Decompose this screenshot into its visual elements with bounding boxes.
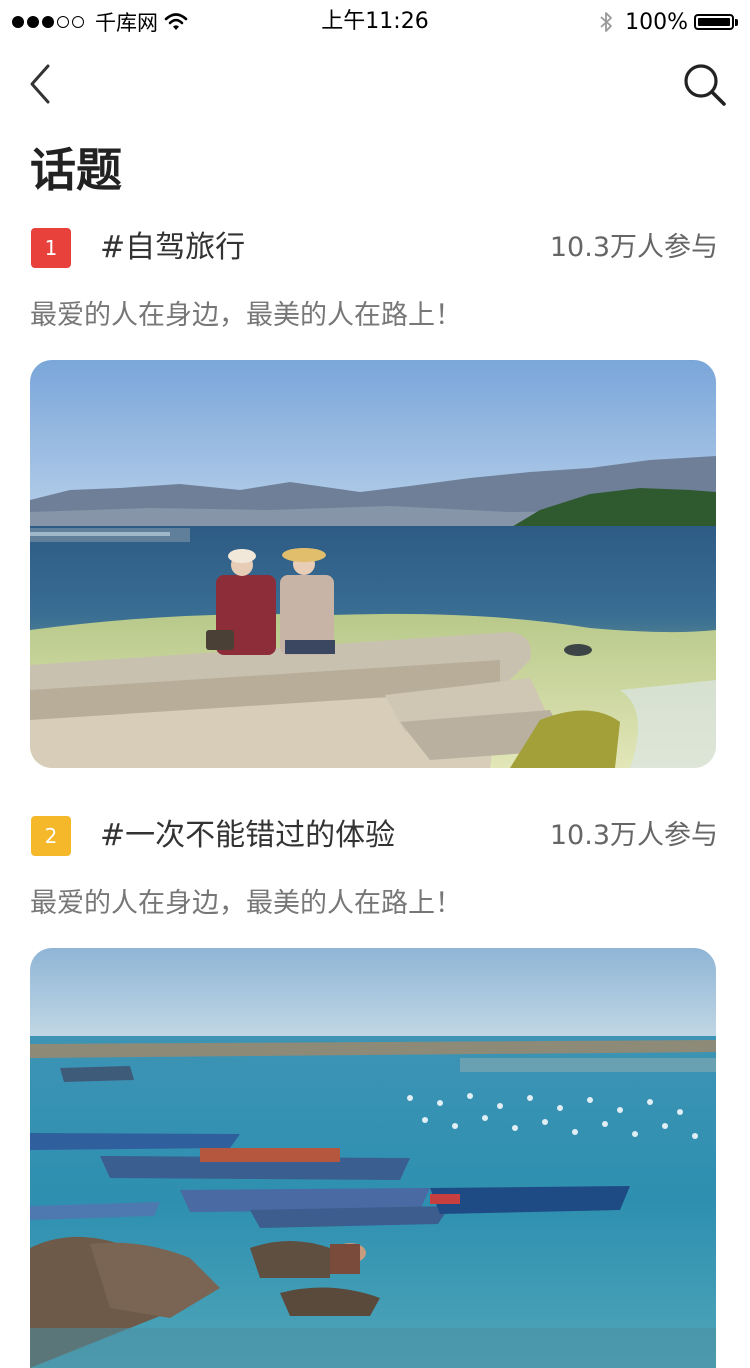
topic-header: 1 #自驾旅行 10.3万人参与 xyxy=(0,226,750,270)
nav-bar xyxy=(0,50,750,120)
search-icon xyxy=(684,64,726,106)
back-button[interactable] xyxy=(20,62,64,106)
battery-icon xyxy=(694,14,734,30)
search-button[interactable] xyxy=(680,60,730,110)
topic-name[interactable]: #自驾旅行 xyxy=(100,226,245,270)
rank-badge: 1 xyxy=(31,228,71,268)
harbor-boats-photo xyxy=(30,948,716,1368)
topic-photo[interactable] xyxy=(30,948,716,1368)
chevron-left-icon xyxy=(30,64,50,104)
page-title: 话题 xyxy=(30,143,122,197)
topic-card[interactable]: 1 #自驾旅行 10.3万人参与 最爱的人在身边，最美的人在路上！ xyxy=(0,226,750,768)
topic-slogan: 最爱的人在身边，最美的人在路上！ xyxy=(30,888,462,919)
topic-header: 2 #一次不能错过的体验 10.3万人参与 xyxy=(0,814,750,858)
battery-percent: 100% xyxy=(625,9,688,35)
topic-photo[interactable] xyxy=(30,360,716,768)
participant-count: 10.3万人参与 xyxy=(549,232,718,263)
rank-badge: 2 xyxy=(31,816,71,856)
battery-cap xyxy=(735,18,738,26)
seaside-couple-photo xyxy=(30,360,716,768)
topic-slogan: 最爱的人在身边，最美的人在路上！ xyxy=(30,300,462,331)
participant-count: 10.3万人参与 xyxy=(549,820,718,851)
status-bar: 千库网 上午11:26 100% xyxy=(0,0,750,44)
status-bar-right: 100% xyxy=(599,8,738,36)
topic-name[interactable]: #一次不能错过的体验 xyxy=(100,814,395,858)
bluetooth-icon xyxy=(600,12,612,32)
battery-fill xyxy=(698,18,730,26)
topic-card[interactable]: 2 #一次不能错过的体验 10.3万人参与 最爱的人在身边，最美的人在路上！ xyxy=(0,814,750,1368)
